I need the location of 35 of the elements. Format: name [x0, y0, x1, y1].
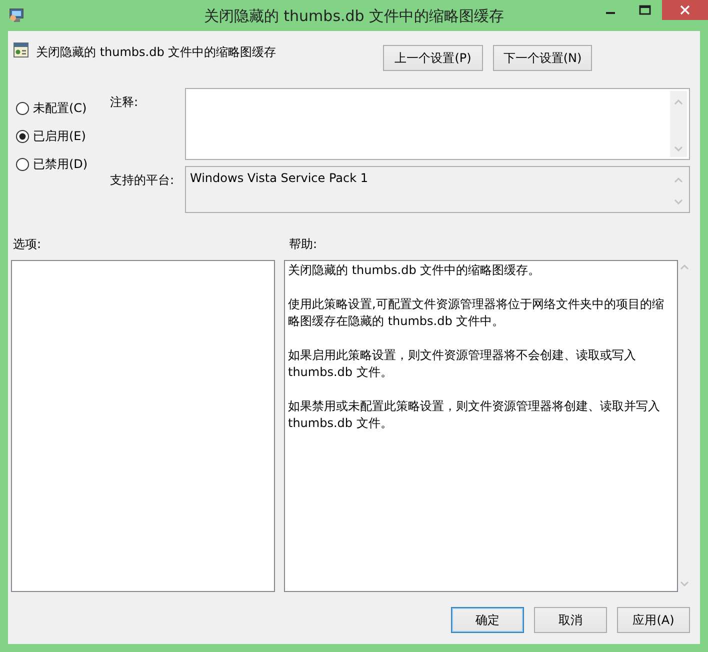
ok-button[interactable]: 确定	[451, 607, 524, 633]
platform-label: 支持的平台:	[110, 172, 174, 188]
comment-field[interactable]	[185, 88, 690, 160]
close-button[interactable]	[662, 0, 708, 20]
apply-button[interactable]: 应用(A)	[617, 607, 690, 633]
scroll-down-icon[interactable]	[680, 581, 688, 587]
close-icon[interactable]	[680, 5, 690, 15]
help-paragraph: 关闭隐藏的 thumbs.db 文件中的缩略图缓存。	[288, 262, 542, 279]
window-title: 关闭隐藏的 thumbs.db 文件中的缩略图缓存	[204, 7, 504, 26]
scrollbar[interactable]	[670, 91, 687, 157]
help-paragraph: 使用此策略设置,可配置文件资源管理器将位于网络文件夹中的项目的缩略图缓存在隐藏的 thumbs.db 文件中。	[288, 296, 665, 330]
scroll-up-icon[interactable]	[674, 177, 683, 183]
scroll-down-icon[interactable]	[674, 199, 683, 205]
platform-value: Windows Vista Service Pack 1	[190, 171, 368, 185]
help-paragraph: 如果启用此策略设置，则文件资源管理器将不会创建、读取或写入 thumbs.db 文件。	[288, 347, 637, 381]
scroll-up-icon[interactable]	[674, 99, 683, 105]
radio-label[interactable]: 已禁用(D)	[33, 156, 88, 173]
scroll-down-icon[interactable]	[674, 146, 683, 152]
radio-button[interactable]	[16, 102, 29, 115]
radio-label[interactable]: 已启用(E)	[33, 128, 86, 145]
cancel-button[interactable]: 取消	[534, 607, 607, 633]
next-setting-button[interactable]: 下一个设置(N)	[493, 45, 592, 71]
previous-setting-button[interactable]: 上一个设置(P)	[383, 45, 483, 71]
policy-title: 关闭隐藏的 thumbs.db 文件中的缩略图缓存	[36, 44, 276, 61]
policy-settings-icon	[13, 42, 29, 58]
radio-button[interactable]	[16, 158, 29, 171]
comment-label: 注释:	[110, 94, 138, 110]
window-icon	[9, 6, 25, 22]
options-label: 选项:	[12, 236, 42, 253]
radio-label[interactable]: 未配置(C)	[33, 100, 87, 117]
help-label: 帮助:	[289, 236, 318, 253]
scroll-up-icon[interactable]	[680, 264, 688, 270]
radio-button[interactable]	[16, 130, 29, 143]
help-paragraph: 如果禁用或未配置此策略设置，则文件资源管理器将创建、读取并写入 thumbs.db 文件。	[288, 398, 661, 432]
maximize-icon[interactable]	[639, 5, 651, 15]
